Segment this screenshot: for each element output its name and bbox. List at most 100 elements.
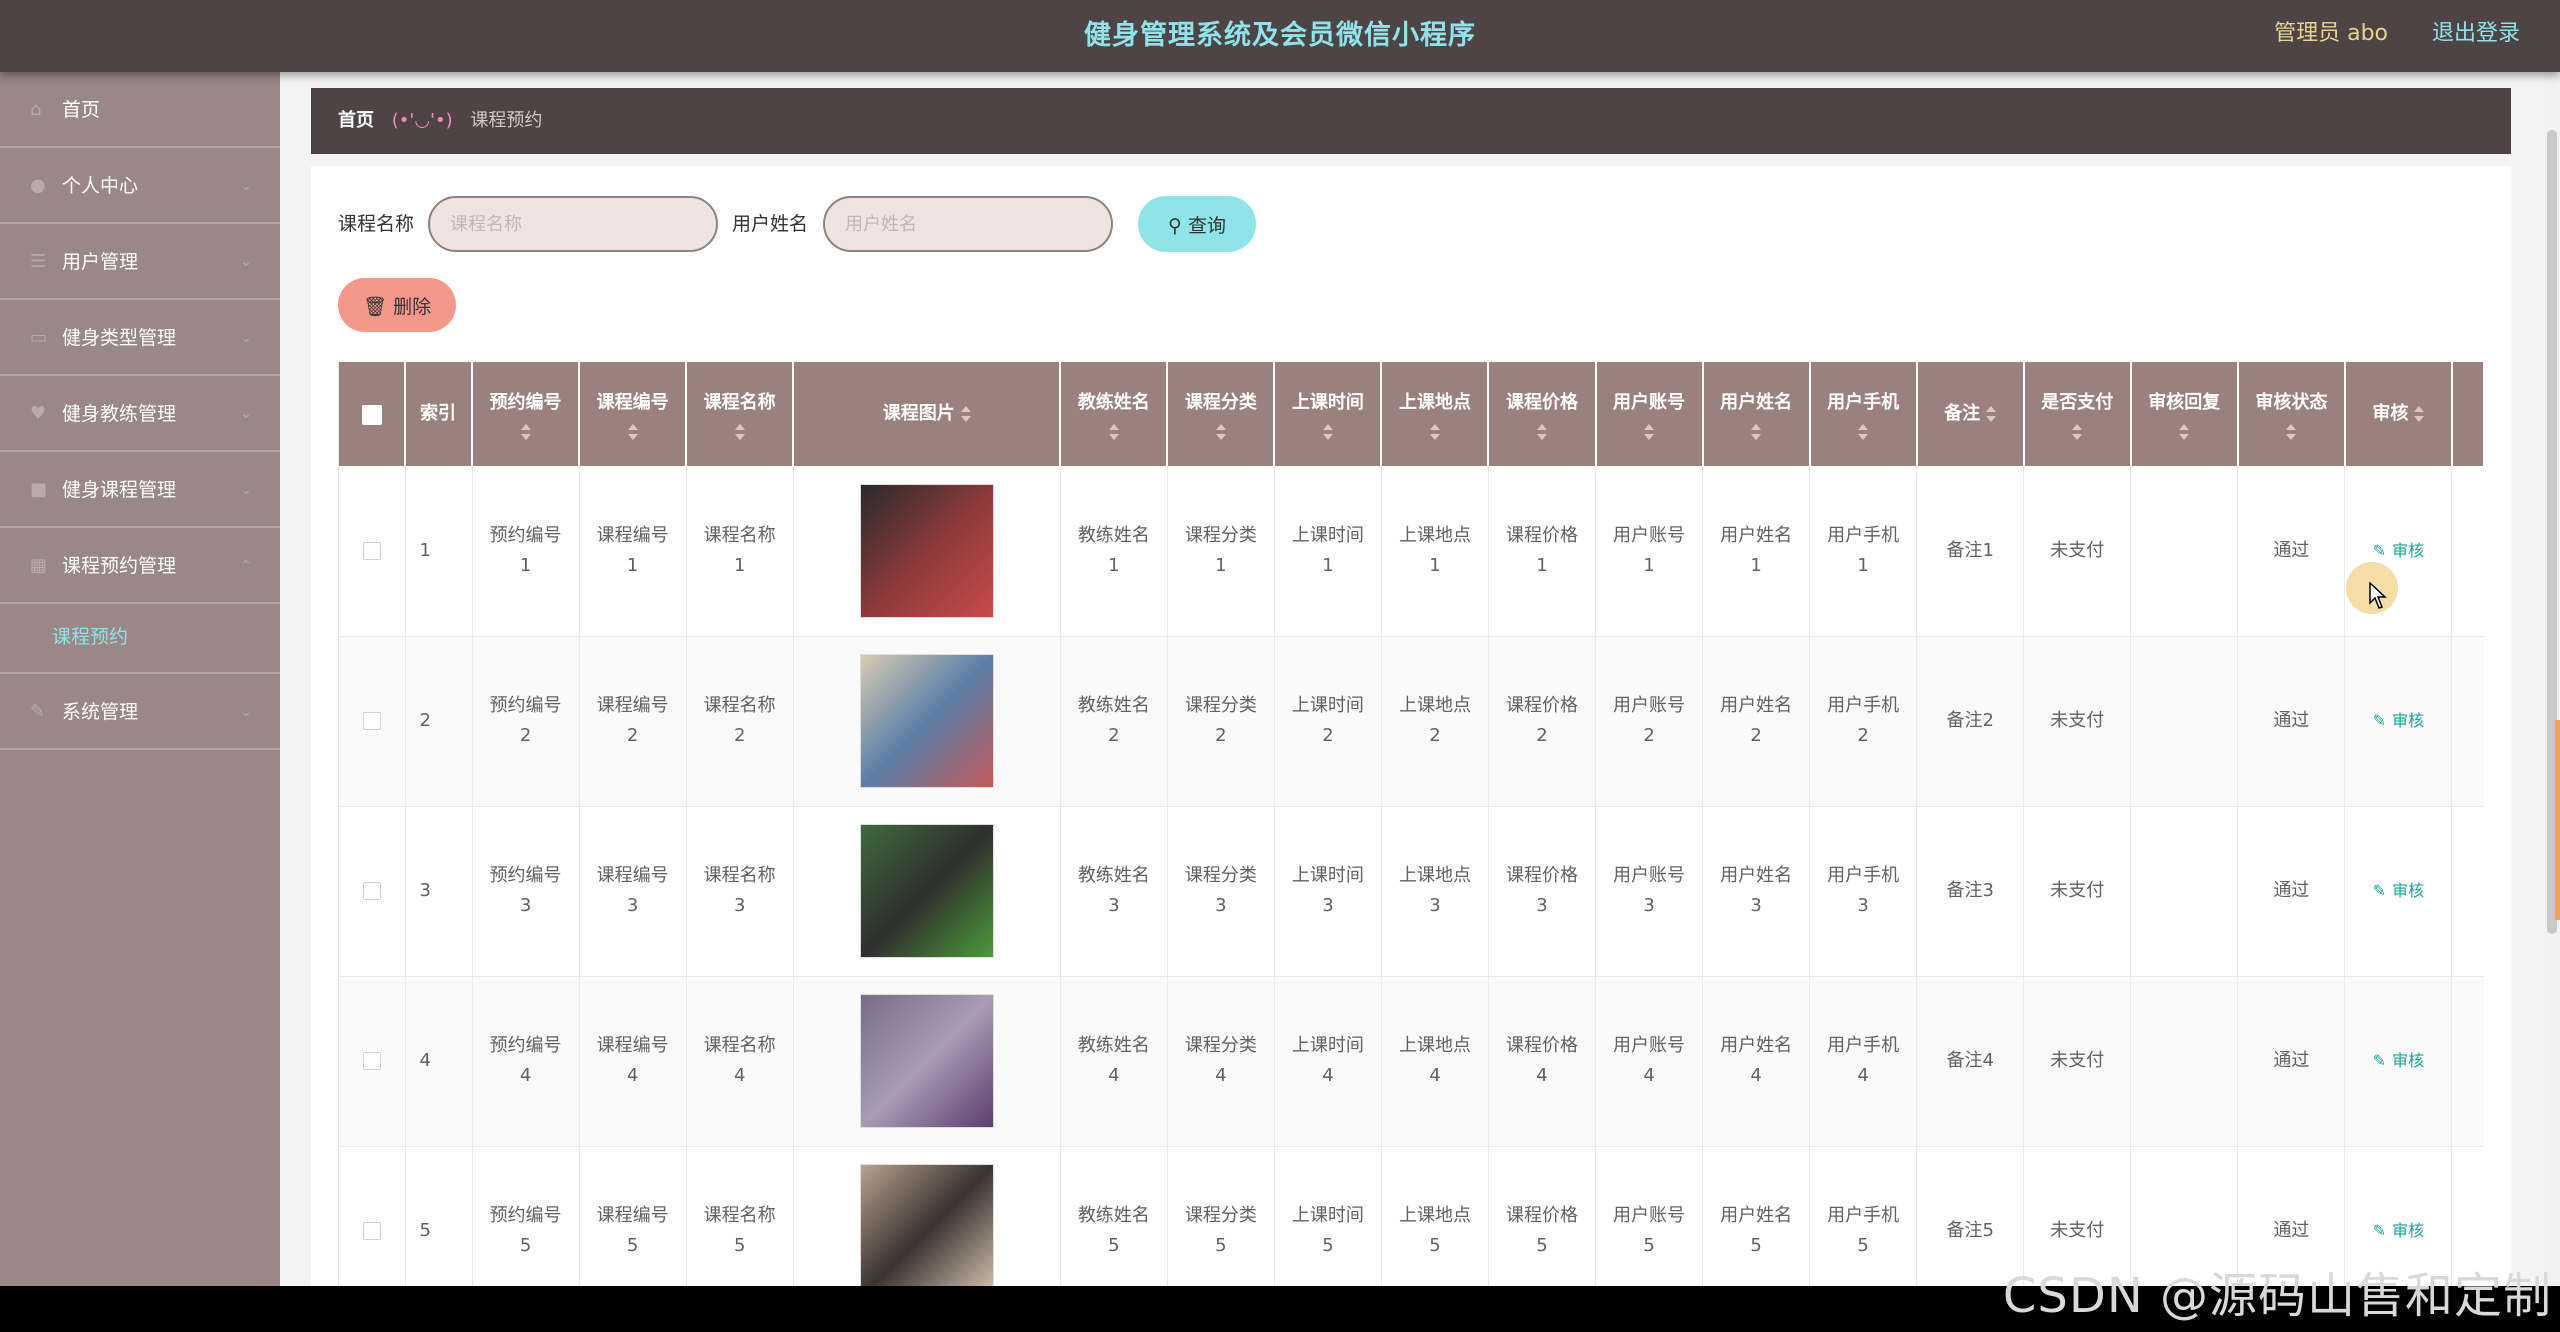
delete-button-label: 删除 <box>393 295 432 318</box>
sort-icon[interactable] <box>2072 424 2083 440</box>
table-row[interactable]: 4 预约编号 4 课程编号 4 课程名称 4 教练姓名 4 课程分类 4 上课时间 4 上课地点 4 课程价格… <box>339 976 2484 1147</box>
cell-course-no: 课程编号 4 <box>579 976 687 1147</box>
row-checkbox[interactable] <box>362 541 381 560</box>
audit-link[interactable]: ✎ 审核 <box>2373 1221 2424 1240</box>
column-header[interactable]: 上课时间 <box>1274 362 1383 466</box>
column-header[interactable]: 课程价格 <box>1488 362 1597 466</box>
query-button[interactable]: ⚲ 查询 <box>1138 196 1256 252</box>
cell-time: 上课时间 2 <box>1274 636 1382 807</box>
breadcrumb-home[interactable]: 首页 <box>338 110 374 131</box>
column-header[interactable]: 课程分类 <box>1167 362 1276 466</box>
column-header[interactable]: 审核 <box>2344 362 2453 466</box>
column-header[interactable]: 用户姓名 <box>1702 362 1811 466</box>
cell-text: 课程价格 <box>1506 1205 1578 1226</box>
row-checkbox[interactable] <box>362 1052 381 1070</box>
cell-course-name: 课程名称 5 <box>686 1146 794 1286</box>
sort-icon[interactable] <box>1751 424 1762 440</box>
sort-icon[interactable] <box>1429 424 1440 440</box>
cell-text: 课程编号 <box>596 695 669 716</box>
sort-icon[interactable] <box>1858 424 1869 440</box>
column-header[interactable]: 是否支付 <box>2023 362 2132 466</box>
table-row[interactable]: 2 预约编号 2 课程编号 2 课程名称 2 教练姓名 2 课程分类 2 上课时间 2 上课地点 2 课程价格… <box>339 636 2484 807</box>
sort-icon[interactable] <box>1322 424 1333 440</box>
audit-link[interactable]: ✎ 审核 <box>2373 541 2424 560</box>
course-name-input[interactable] <box>428 196 718 252</box>
cell-number: 2 <box>519 725 532 746</box>
cell-action: ✎ 审核 <box>2344 636 2453 807</box>
row-checkbox[interactable] <box>362 712 381 730</box>
cell-place: 上课地点 1 <box>1381 466 1489 637</box>
sort-icon[interactable] <box>520 424 531 440</box>
sidebar-item-user-management[interactable]: ☰ 用户管理 ⌄ <box>0 224 280 300</box>
cell-number: 1 <box>1215 554 1227 576</box>
course-thumbnail[interactable] <box>859 824 994 958</box>
sort-icon[interactable] <box>734 424 745 440</box>
course-thumbnail[interactable] <box>859 483 994 618</box>
cell-text: 课程编号 <box>596 865 669 886</box>
column-header[interactable]: 审核状态 <box>2237 362 2346 466</box>
sidebar-item-system[interactable]: ✎ 系统管理 ⌄ <box>0 674 280 750</box>
sort-icon[interactable] <box>627 424 638 440</box>
column-header[interactable]: 上课地点 <box>1381 362 1490 466</box>
logout-link[interactable]: 退出登录 <box>2432 0 2520 72</box>
cell-filler <box>2451 636 2484 807</box>
column-header[interactable]: 审核回复 <box>2130 362 2239 466</box>
cell-number: 5 <box>1857 1235 1869 1256</box>
column-header[interactable]: 课程编号 <box>579 362 688 466</box>
sidebar-item-course[interactable]: ■ 健身课程管理 ⌄ <box>0 452 280 528</box>
cell-number: 1 <box>733 554 746 576</box>
column-header[interactable]: 课程图片 <box>793 362 1062 466</box>
row-checkbox[interactable] <box>362 1222 381 1240</box>
table-row[interactable]: 3 预约编号 3 课程编号 3 课程名称 3 教练姓名 3 课程分类 3 上课时间 3 上课地点 3 课程价格… <box>339 806 2484 977</box>
course-thumbnail[interactable] <box>859 1164 994 1286</box>
audit-link[interactable]: ✎ 审核 <box>2373 711 2424 730</box>
sort-icon[interactable] <box>1108 424 1119 440</box>
sidebar-item-booking[interactable]: ▦ 课程预约管理 ⌃ <box>0 528 280 604</box>
sidebar-item-home[interactable]: ⌂ 首页 <box>0 72 280 148</box>
audit-link[interactable]: ✎ 审核 <box>2373 1051 2424 1070</box>
scroll-accent <box>2555 720 2560 920</box>
cell-number: 5 <box>1643 1235 1655 1256</box>
column-header-label: 是否支付 <box>2041 392 2114 413</box>
cell-text: 教练姓名 <box>1077 1035 1150 1056</box>
audit-link[interactable]: ✎ 审核 <box>2373 881 2424 900</box>
cell-text: 上课时间 <box>1291 524 1364 546</box>
chevron-up-icon: ⌃ <box>240 558 252 574</box>
column-header[interactable]: 课程名称 <box>686 362 795 466</box>
sort-icon[interactable] <box>1986 406 1997 422</box>
course-thumbnail[interactable] <box>859 994 994 1128</box>
course-thumbnail[interactable] <box>859 654 994 788</box>
delete-button[interactable]: 🗑 删除 <box>338 278 456 332</box>
cell-price: 课程价格 2 <box>1488 636 1597 807</box>
sort-icon[interactable] <box>1215 424 1226 440</box>
cell-text: 课程名称 <box>703 524 776 546</box>
sort-icon[interactable] <box>2179 424 2190 440</box>
column-header[interactable]: 用户手机 <box>1809 362 1918 466</box>
user-name-input[interactable] <box>823 196 1113 252</box>
sidebar-item-fitness-type[interactable]: ▭ 健身类型管理 ⌄ <box>0 300 280 376</box>
cell-paid: 未支付 <box>2023 636 2132 807</box>
cell-remark: 备注3 <box>1916 806 2025 977</box>
column-header[interactable]: 教练姓名 <box>1060 362 1169 466</box>
sidebar-subitem-course-booking[interactable]: 课程预约 <box>0 604 280 674</box>
sort-icon[interactable] <box>960 406 971 422</box>
sort-icon[interactable] <box>1644 424 1655 440</box>
sort-icon[interactable] <box>1537 424 1547 440</box>
sort-icon[interactable] <box>2414 406 2425 422</box>
sidebar-item-personal-center[interactable]: ● 个人中心 ⌄ <box>0 148 280 224</box>
query-button-label: 查询 <box>1187 214 1226 237</box>
sort-icon[interactable] <box>2286 424 2297 440</box>
cell-booking-no: 预约编号 2 <box>472 636 580 807</box>
cell-number: 4 <box>1429 1065 1441 1086</box>
table-row[interactable]: 1 预约编号 1 课程编号 1 课程名称 1 教练姓名 1 课程分类 1 上课时间 1 上课地点 1 课程价格… <box>339 466 2484 637</box>
row-checkbox[interactable] <box>362 882 381 900</box>
cell-reply <box>2130 466 2239 637</box>
column-header[interactable]: 用户账号 <box>1595 362 1704 466</box>
column-header[interactable]: 备注 <box>1916 362 2025 466</box>
cell-text: 上课时间 <box>1291 1035 1364 1056</box>
select-all-checkbox[interactable] <box>361 404 382 425</box>
cell-price: 课程价格 4 <box>1488 976 1597 1147</box>
column-header[interactable]: 预约编号 <box>472 362 581 466</box>
sidebar-item-coach[interactable]: ♥ 健身教练管理 ⌄ <box>0 376 280 452</box>
cell-number: 4 <box>626 1065 639 1086</box>
